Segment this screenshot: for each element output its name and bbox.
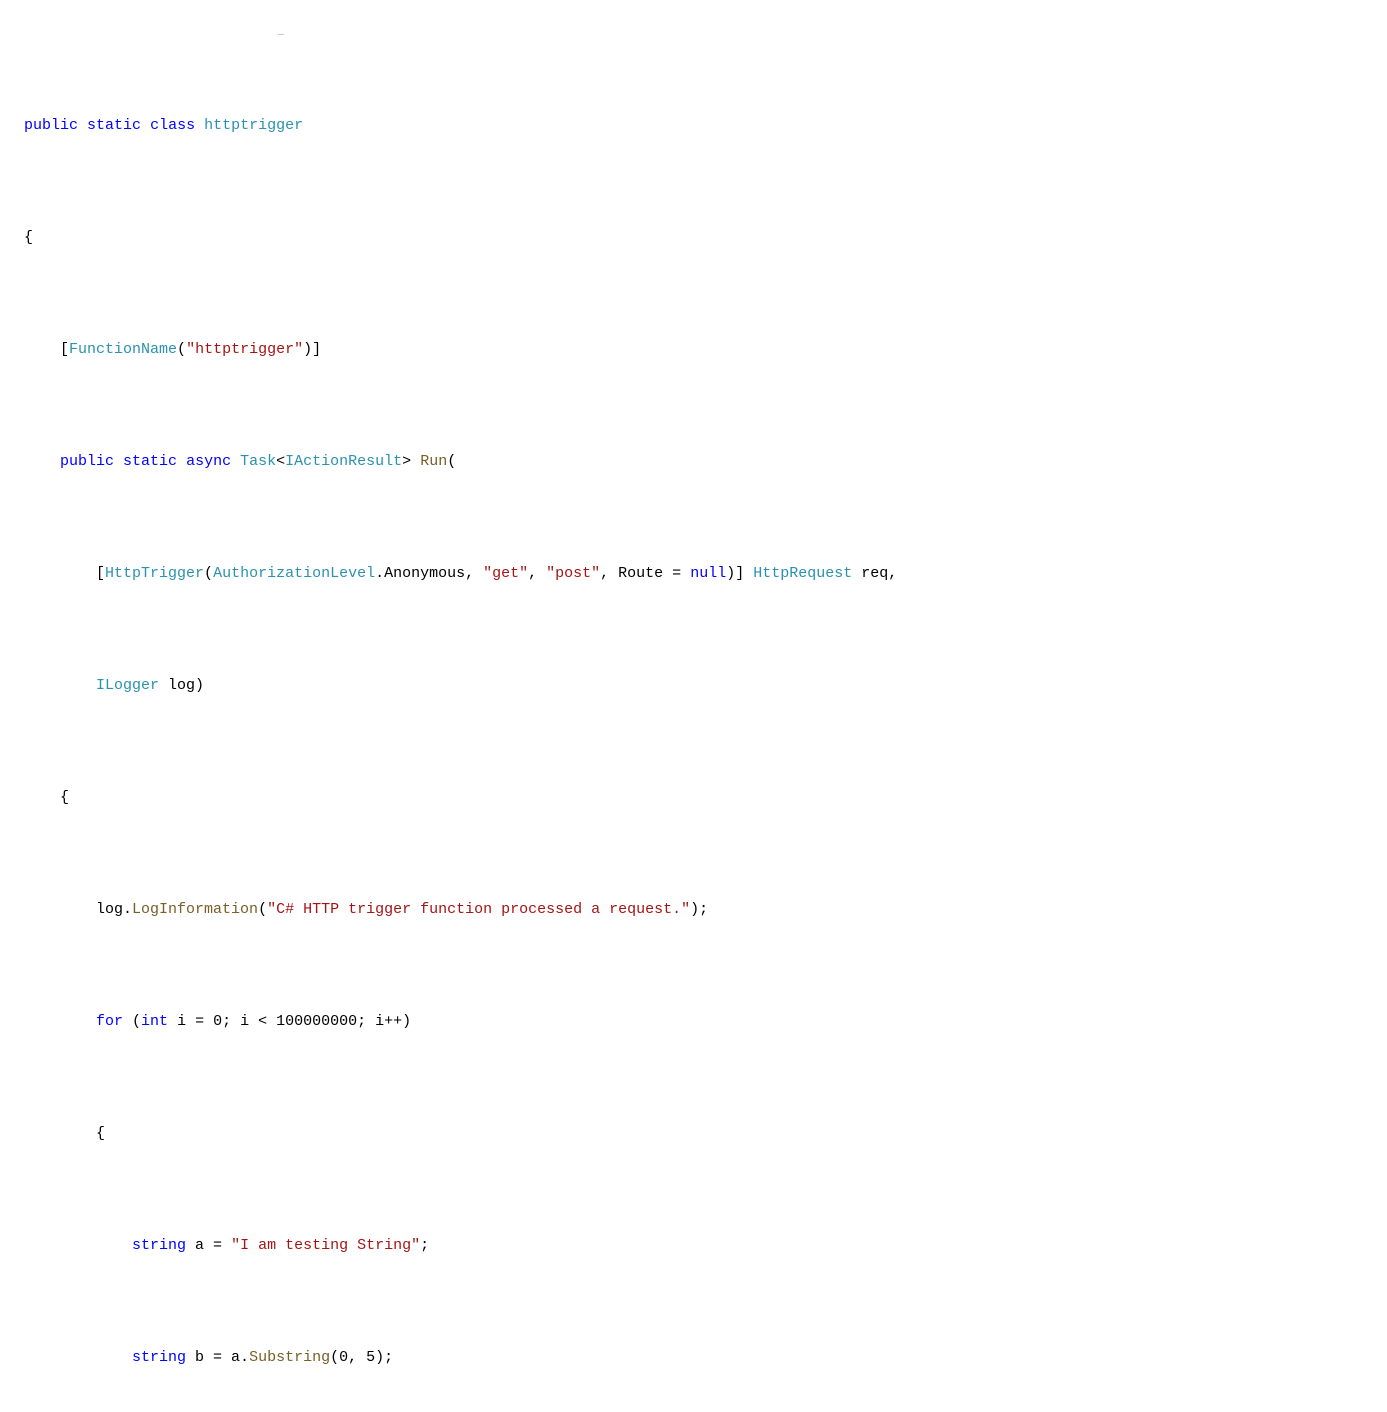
code-editor[interactable]: … public static class httptrigger { [Fun…: [0, 0, 1387, 1412]
code-line[interactable]: public static async Task<IActionResult> …: [24, 448, 1387, 476]
code-line[interactable]: [HttpTrigger(AuthorizationLevel.Anonymou…: [24, 560, 1387, 588]
code-line[interactable]: ILogger log): [24, 672, 1387, 700]
code-line[interactable]: [FunctionName("httptrigger")]: [24, 336, 1387, 364]
code-line[interactable]: string a = "I am testing String";: [24, 1232, 1387, 1260]
code-line[interactable]: log.LogInformation("C# HTTP trigger func…: [24, 896, 1387, 924]
code-line[interactable]: {: [24, 224, 1387, 252]
code-line[interactable]: {: [24, 784, 1387, 812]
code-line[interactable]: string b = a.Substring(0, 5);: [24, 1344, 1387, 1372]
code-line[interactable]: for (int i = 0; i < 100000000; i++): [24, 1008, 1387, 1036]
code-line[interactable]: {: [24, 1120, 1387, 1148]
code-line[interactable]: public static class httptrigger: [24, 112, 1387, 140]
collapse-indicator-icon[interactable]: …: [278, 20, 285, 48]
